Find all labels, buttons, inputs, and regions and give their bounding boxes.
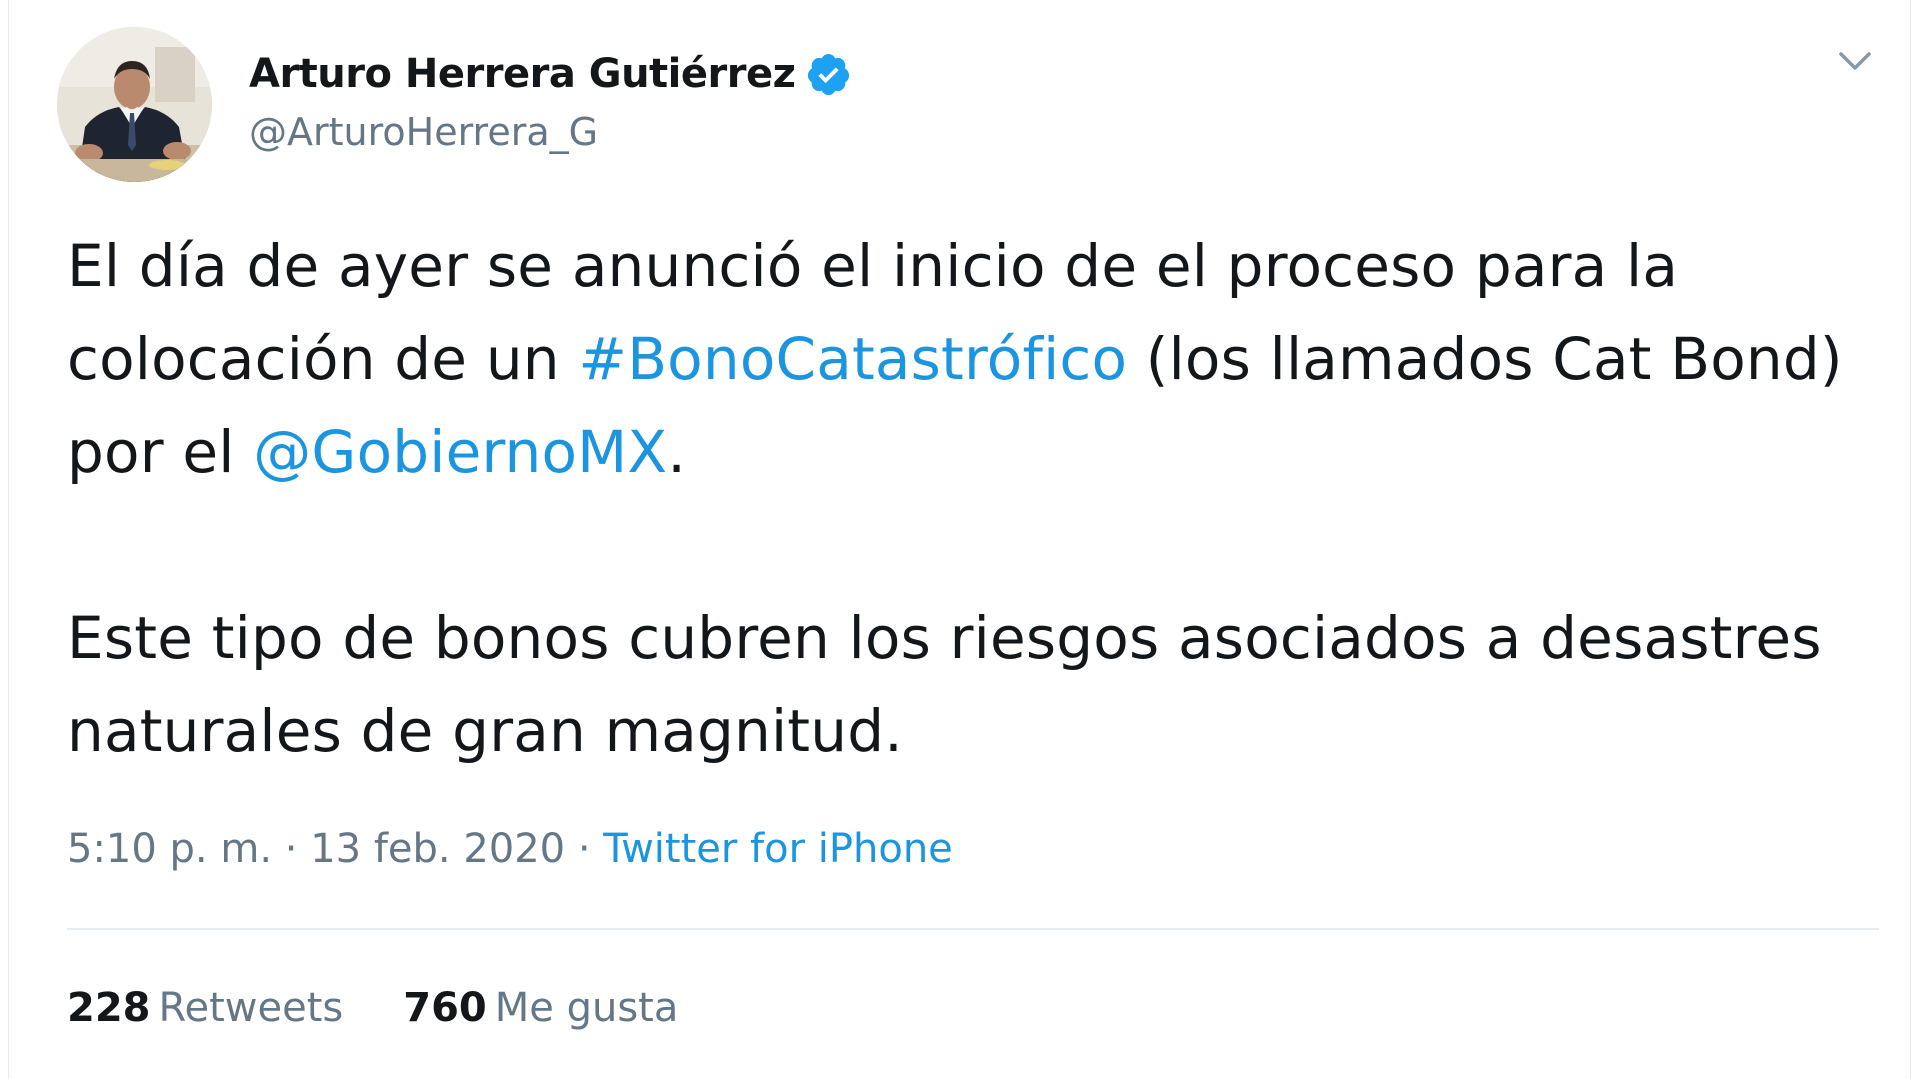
retweets-stat[interactable]: 228 Retweets <box>67 985 343 1031</box>
text-run: . <box>667 418 686 486</box>
likes-label: Me gusta <box>494 985 679 1031</box>
retweets-label: Retweets <box>158 985 344 1031</box>
tweet-paragraph: El día de ayer se anunció el inicio de e… <box>67 220 1877 499</box>
tweet-source-link[interactable]: Twitter for iPhone <box>603 826 953 872</box>
tweet-stats: 228 Retweets 760 Me gusta <box>67 985 738 1031</box>
tweet-metadata: 5:10 p. m. · 13 feb. 2020 · Twitter for … <box>67 826 953 872</box>
display-name[interactable]: Arturo Herrera Gutiérrez <box>249 51 796 97</box>
meta-separator: · <box>577 826 591 872</box>
avatar-photo <box>57 27 212 182</box>
retweets-count: 228 <box>67 985 151 1031</box>
tweet-time[interactable]: 5:10 p. m. <box>67 826 272 872</box>
handle[interactable]: @ArturoHerrera_G <box>249 110 852 154</box>
tweet-paragraph: Este tipo de bonos cubren los riesgos as… <box>67 604 1822 765</box>
tweet-date[interactable]: 13 feb. 2020 <box>310 826 565 872</box>
hashtag-link[interactable]: #BonoCatastrófico <box>578 325 1127 393</box>
mention-link[interactable]: @GobiernoMX <box>253 418 667 486</box>
tweet-text: El día de ayer se anunció el inicio de e… <box>67 220 1877 778</box>
author-block: Arturo Herrera Gutiérrez @ArturoHerrera_… <box>249 46 852 154</box>
divider <box>67 928 1879 930</box>
likes-stat[interactable]: 760 Me gusta <box>403 985 678 1031</box>
avatar[interactable] <box>57 27 212 182</box>
chevron-down-icon[interactable] <box>1829 42 1881 82</box>
likes-count: 760 <box>403 985 487 1031</box>
name-row: Arturo Herrera Gutiérrez <box>249 46 852 102</box>
verified-badge-icon <box>805 51 852 98</box>
tweet-card: Arturo Herrera Gutiérrez @ArturoHerrera_… <box>8 0 1911 1079</box>
meta-separator: · <box>284 826 298 872</box>
